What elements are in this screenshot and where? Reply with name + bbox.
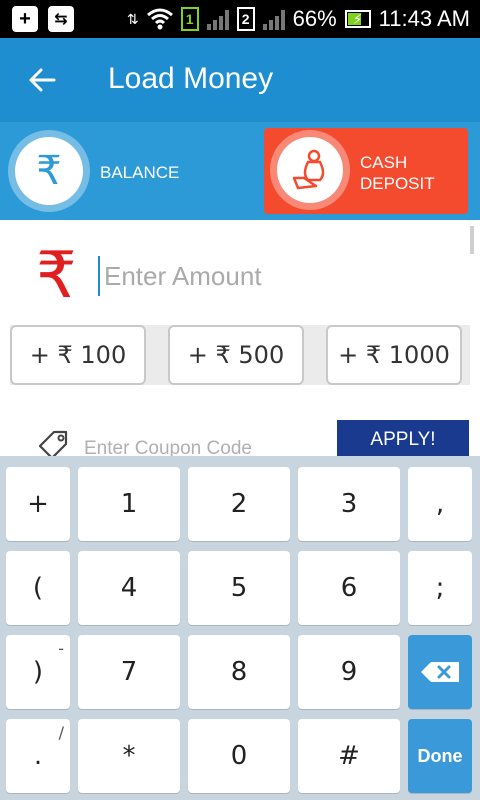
wifi-icon — [146, 8, 173, 30]
key-7[interactable]: 7 — [78, 635, 180, 709]
sim2-icon: 2 — [236, 7, 255, 31]
back-arrow-icon[interactable] — [26, 64, 58, 96]
key-plus[interactable]: + — [6, 467, 70, 541]
add-100-button[interactable]: + ₹ 100 — [10, 325, 146, 385]
battery-percent: 66% — [292, 6, 337, 31]
money-bag-hand-icon — [292, 149, 325, 190]
add-notification-icon: + — [12, 6, 38, 32]
add-500-button[interactable]: + ₹ 500 — [168, 325, 304, 385]
key-close-paren-label: ) — [32, 657, 44, 687]
key-comma[interactable]: , — [408, 467, 472, 541]
tab-cash-deposit[interactable]: CASH DEPOSIT — [264, 128, 468, 214]
key-close-paren[interactable]: ) - — [6, 635, 70, 709]
notification-icons: + ⇆ — [12, 6, 74, 32]
add-1000-button[interactable]: + ₹ 1000 — [326, 325, 462, 385]
key-4[interactable]: 4 — [78, 551, 180, 625]
key-9[interactable]: 9 — [298, 635, 400, 709]
page-title: Load Money — [108, 62, 274, 95]
status-indicators: ⇅ 1 2 66% ⚡ 11:43 AM — [127, 0, 470, 38]
balance-icon-ring: ₹ — [8, 130, 90, 212]
quick-amount-row: + ₹ 100 + ₹ 500 + ₹ 1000 — [10, 325, 470, 385]
key-1[interactable]: 1 — [78, 467, 180, 541]
signal-1-icon — [206, 8, 229, 30]
usb-icon: ⇆ — [48, 6, 74, 32]
amount-input[interactable] — [98, 256, 458, 296]
key-asterisk[interactable]: * — [78, 719, 180, 793]
clock: 11:43 AM — [378, 6, 470, 31]
key-3[interactable]: 3 — [298, 467, 400, 541]
scrollbar[interactable] — [470, 226, 474, 254]
cash-deposit-icon-ring — [270, 130, 350, 210]
key-2[interactable]: 2 — [188, 467, 290, 541]
key-close-paren-hint: - — [58, 639, 64, 658]
data-transfer-icon: ⇅ — [126, 10, 139, 27]
status-bar: + ⇆ ⇅ 1 2 66% ⚡ 11:43 AM — [0, 0, 480, 38]
key-period-label: . — [33, 741, 43, 771]
sim1-icon: 1 — [180, 7, 199, 31]
rupee-icon: ₹ — [36, 148, 62, 194]
key-0[interactable]: 0 — [188, 719, 290, 793]
signal-2-icon — [262, 8, 285, 30]
rupee-icon: ₹ — [36, 239, 77, 313]
amount-row: ₹ — [0, 230, 480, 310]
app-bar: Load Money — [0, 38, 480, 122]
key-hash[interactable]: # — [298, 719, 400, 793]
backspace-icon — [421, 662, 459, 682]
key-6[interactable]: 6 — [298, 551, 400, 625]
coupon-row: APPLY! — [0, 420, 480, 464]
mode-tabs: ₹ BALANCE CASH DEPOSIT — [0, 122, 480, 220]
key-5[interactable]: 5 — [188, 551, 290, 625]
key-8[interactable]: 8 — [188, 635, 290, 709]
key-open-paren[interactable]: ( — [6, 551, 70, 625]
key-done[interactable]: Done — [408, 719, 472, 793]
apply-coupon-button[interactable]: APPLY! — [337, 420, 469, 460]
numeric-keyboard: + 1 2 3 , ( 4 5 6 ; ) - 7 8 9 . / * 0 # … — [0, 456, 480, 800]
key-period-hint: / — [58, 723, 64, 742]
tab-balance-label: BALANCE — [100, 163, 180, 182]
battery-charging-icon: ⚡ — [344, 10, 371, 28]
key-backspace[interactable] — [408, 635, 472, 709]
tab-cash-deposit-label: CASH DEPOSIT — [360, 153, 435, 193]
tab-balance[interactable]: ₹ BALANCE — [0, 122, 260, 220]
key-semicolon[interactable]: ; — [408, 551, 472, 625]
key-period[interactable]: . / — [6, 719, 70, 793]
